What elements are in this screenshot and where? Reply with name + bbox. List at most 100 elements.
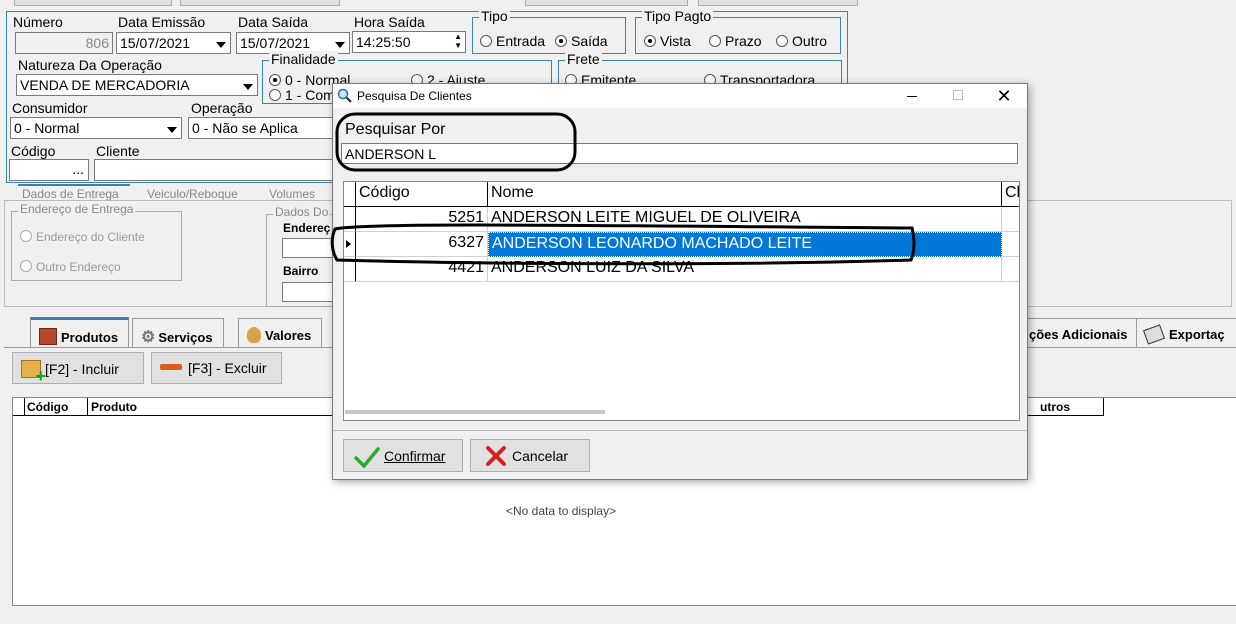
hora-saida-field[interactable]: 14:25:50 ▲ ▼ [352,31,466,53]
tipo-pagto-legend: Tipo Pagto [642,8,714,24]
gears-icon: ⚙ [141,329,156,346]
checkmark-icon [354,447,380,468]
boxes-icon [39,328,57,345]
tab-valores-label: Valores [265,328,312,343]
chevron-down-icon[interactable] [243,84,253,90]
consumidor-value: 0 - Normal [14,120,80,136]
col-divider [87,398,88,415]
top-button-4[interactable] [698,0,858,6]
data-saida-label: Data Saída [238,14,309,30]
tipo-legend: Tipo [479,8,510,24]
frete-legend: Frete [565,51,602,67]
maximize-icon[interactable] [945,88,975,104]
add-icon: + [21,360,46,385]
dialog-separator [333,430,1027,431]
chevron-down-icon[interactable] [335,42,345,48]
dialog-title: Pesquisa De Clientes [357,89,472,103]
x-icon [486,446,506,466]
radio-vista-label: Vista [660,33,691,49]
radio-saida-label: Saída [571,33,608,49]
codigo-field[interactable]: ... [9,159,89,181]
confirm-label: Confirmar [384,448,446,464]
col-header-nome[interactable]: Nome [488,182,1002,207]
radio-vista[interactable]: Vista [644,33,691,49]
search-icon [337,88,352,103]
hora-saida-label: Hora Saída [354,14,425,30]
natureza-select[interactable]: VENDA DE MERCADORIA [16,74,258,96]
annotation-ellipse-selected-row [330,223,916,266]
radio-endereco-cliente[interactable]: Endereço do Cliente [20,230,145,244]
col-outros-header[interactable]: utros [1040,400,1070,414]
dados-do-legend: Dados Do [273,205,331,219]
radio-endereco-cliente-label: Endereço do Cliente [36,230,145,244]
spinner-icon[interactable]: ▲ ▼ [454,32,462,50]
consumidor-select[interactable]: 0 - Normal [10,117,182,139]
tab-veiculo-reboque[interactable]: Veiculo/Reboque [147,187,238,201]
dados-bairro-label: Bairro [283,264,319,278]
tab-informacoes-adicionais[interactable]: ções Adicionais [1024,318,1139,348]
row-indicator-header [344,182,356,207]
minimize-icon[interactable] [899,88,929,104]
tab-strip-line [18,184,130,186]
grid-empty-text: <No data to display> [506,504,617,518]
confirm-button[interactable]: Confirmar [343,439,463,472]
tab-volumes[interactable]: Volumes [269,187,315,201]
tab-servicos[interactable]: ⚙ Serviços [132,318,224,348]
excluir-button[interactable]: [F3] - Excluir [151,352,282,384]
col-header-cl[interactable]: Cl [1002,182,1019,207]
radio-prazo[interactable]: Prazo [709,33,762,49]
top-button-1[interactable] [14,0,172,6]
horizontal-scrollbar[interactable] [345,410,605,414]
radio-outro-endereco-label: Outro Endereço [36,260,121,274]
tab-dados-entrega[interactable]: Dados de Entrega [22,187,119,201]
tab-exportacao[interactable]: Exportaç [1136,318,1236,348]
radio-saida[interactable]: Saída [555,33,608,49]
tab-valores[interactable]: Valores [238,318,323,348]
excluir-label: [F3] - Excluir [188,360,267,376]
numero-field: 806 [15,32,113,54]
chevron-down-icon[interactable] [167,127,177,133]
data-emissao-field[interactable]: 15/07/2021 [116,32,231,54]
col-produto-header[interactable]: Produto [91,400,137,414]
col-codigo-header[interactable]: Código [27,400,68,414]
dados-endereco-label: Endereç [283,221,331,235]
clients-grid-header: Código Nome Cl [344,182,1019,207]
incluir-button[interactable]: + [F2] - Incluir [12,352,144,385]
top-button-2[interactable] [180,0,340,6]
endereco-entrega-group: Endereço de Entrega Endereço do Cliente … [11,202,182,281]
hora-saida-value: 14:25:50 [356,34,411,50]
data-emissao-label: Data Emissão [118,14,206,30]
radio-outro-endereco[interactable]: Outro Endereço [20,260,121,274]
radio-outro[interactable]: Outro [776,33,827,49]
tab-produtos[interactable]: Produtos [30,317,130,347]
codigo-lookup-button[interactable]: ... [72,161,84,177]
cancel-button[interactable]: Cancelar [470,439,590,472]
cliente-field[interactable] [94,159,344,181]
operacao-label: Operação [191,100,253,116]
clients-grid[interactable]: Código Nome Cl 5251 ANDERSON LEITE MIGUE… [343,181,1020,421]
col-header-codigo[interactable]: Código [356,182,488,207]
codigo-label: Código [11,143,56,159]
top-button-3[interactable] [525,0,688,6]
chevron-down-icon[interactable] [216,42,226,48]
natureza-value: VENDA DE MERCADORIA [20,77,190,93]
client-cl [1002,232,1019,257]
remove-icon [160,364,182,370]
tipo-group: Tipo Entrada Saída [472,8,626,54]
tab-informacoes-label: ções Adicionais [1029,327,1128,342]
dialog-titlebar: Pesquisa De Clientes ✕ [333,84,1027,108]
radio-finalidade-com[interactable]: 1 - Com [269,87,335,103]
close-icon[interactable]: ✕ [989,85,1019,107]
radio-entrada[interactable]: Entrada [480,33,545,49]
radio-finalidade-com-label: 1 - Com [285,87,335,103]
tab-exportacao-label: Exportaç [1169,327,1225,342]
grid-indicator-col [13,398,25,415]
operacao-select[interactable]: 0 - Não se Aplica [188,117,338,139]
natureza-label: Natureza Da Operação [18,57,162,73]
client-cl [1002,207,1019,232]
radio-outro-label: Outro [792,33,828,49]
finalidade-legend: Finalidade [269,51,338,67]
dados-bairro-field[interactable] [282,282,336,302]
cancel-label: Cancelar [512,448,569,464]
consumidor-label: Consumidor [12,100,88,116]
